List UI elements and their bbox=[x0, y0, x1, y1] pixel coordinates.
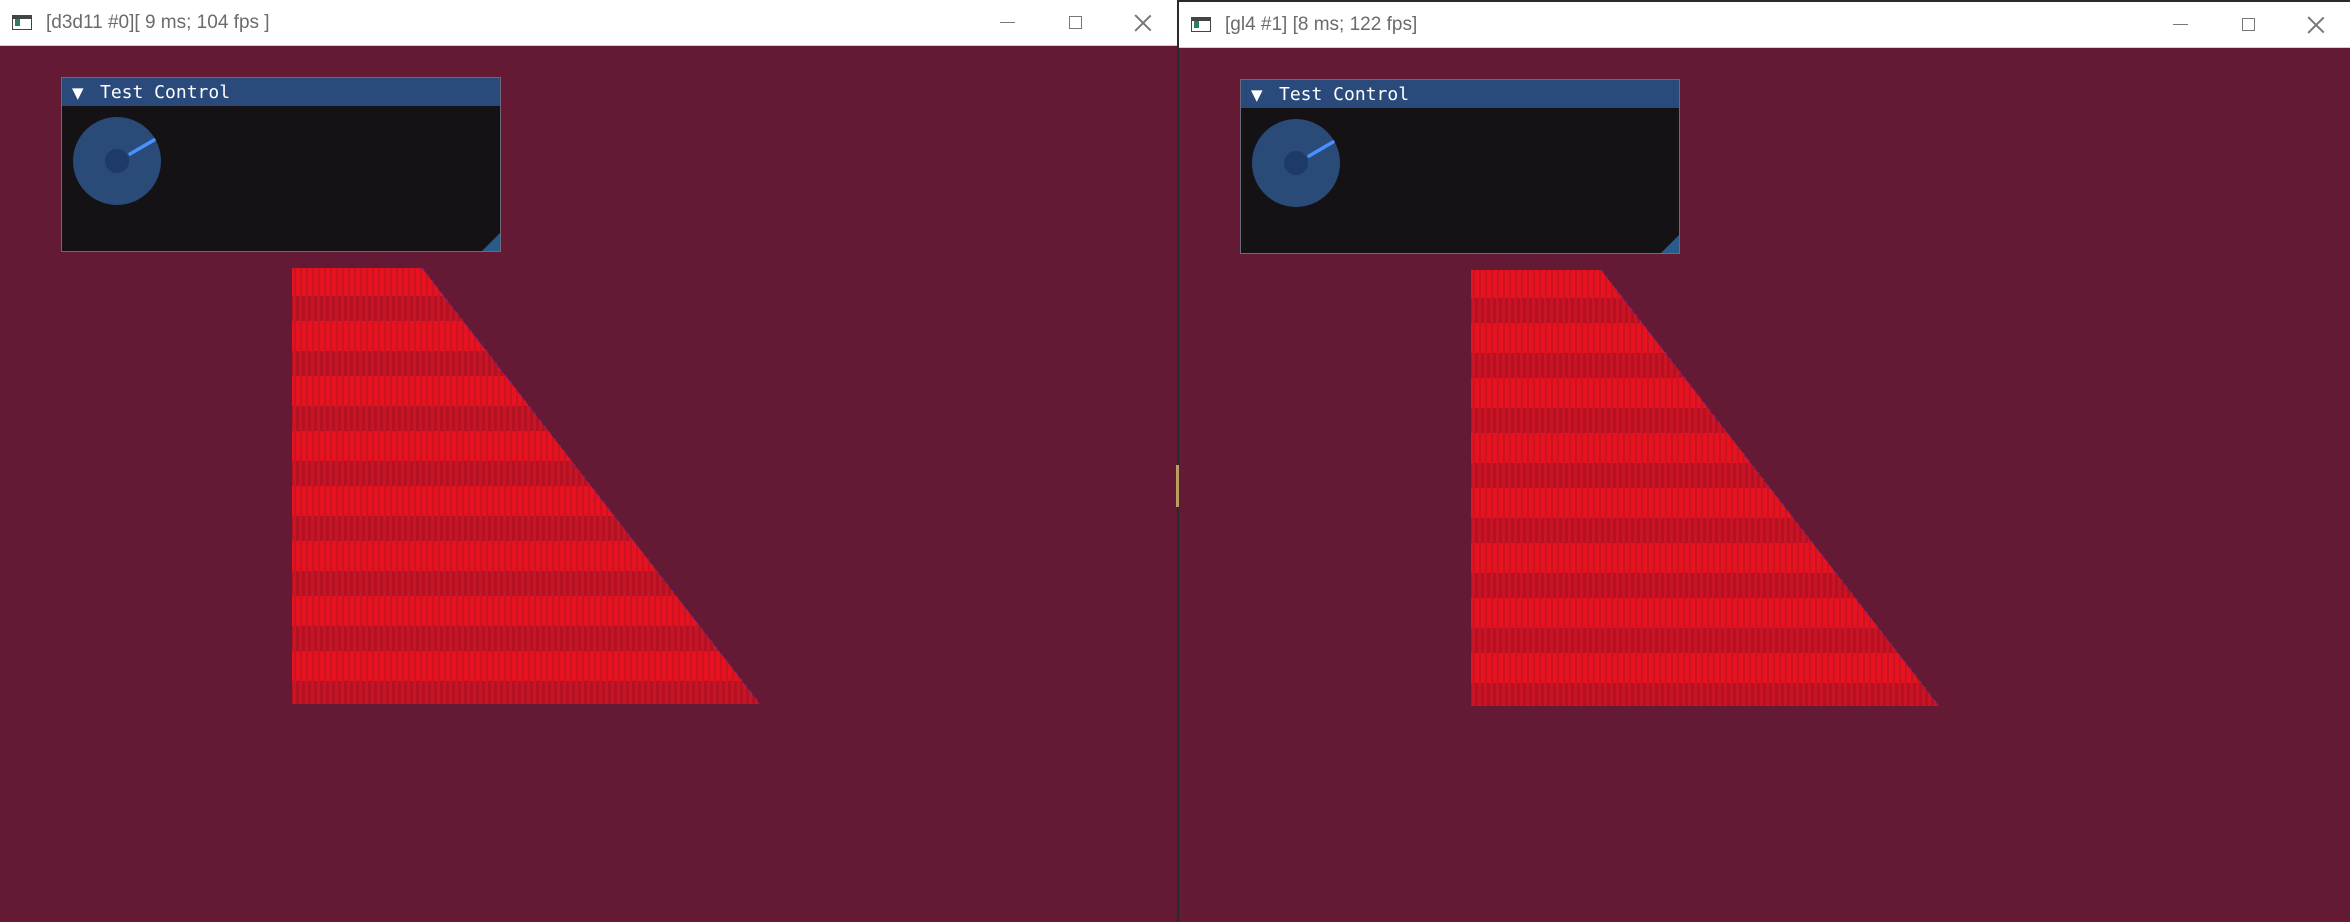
panel-title: Test Control bbox=[1279, 84, 1410, 105]
close-icon bbox=[1134, 14, 1152, 32]
app-window-icon bbox=[12, 15, 32, 30]
minimize-icon bbox=[999, 22, 1015, 23]
collapse-arrow-icon[interactable]: ▼ bbox=[1251, 86, 1263, 104]
rendered-trapezoid bbox=[1471, 269, 1940, 707]
resize-grip[interactable] bbox=[482, 233, 500, 251]
app-window-icon bbox=[1191, 17, 1211, 32]
close-button[interactable] bbox=[1109, 0, 1177, 45]
title-bar[interactable]: [d3d11 #0][ 9 ms; 104 fps ] bbox=[0, 0, 1177, 46]
minimize-button[interactable] bbox=[2146, 2, 2214, 47]
collapse-arrow-icon[interactable]: ▼ bbox=[72, 84, 84, 102]
window-title: [gl4 #1] [8 ms; 122 fps] bbox=[1225, 14, 1418, 35]
resize-grip[interactable] bbox=[1661, 235, 1679, 253]
panel-title: Test Control bbox=[100, 82, 231, 103]
title-bar[interactable]: [gl4 #1] [8 ms; 122 fps] bbox=[1179, 2, 2350, 48]
maximize-button[interactable] bbox=[2214, 2, 2282, 47]
maximize-icon bbox=[1068, 16, 1082, 29]
rendered-trapezoid bbox=[292, 267, 761, 705]
maximize-icon bbox=[2241, 18, 2255, 31]
window-gl4: [gl4 #1] [8 ms; 122 fps] ▼ Test Control bbox=[1179, 2, 2350, 922]
window-d3d11: [d3d11 #0][ 9 ms; 104 fps ] ▼ Test Contr… bbox=[0, 0, 1177, 922]
close-button[interactable] bbox=[2282, 2, 2350, 47]
panel-header[interactable]: ▼ Test Control bbox=[1241, 80, 1679, 108]
close-icon bbox=[2307, 16, 2325, 34]
panel-header[interactable]: ▼ Test Control bbox=[62, 78, 500, 106]
minimize-button[interactable] bbox=[973, 0, 1041, 45]
minimize-icon bbox=[2172, 24, 2188, 25]
window-title: [d3d11 #0][ 9 ms; 104 fps ] bbox=[46, 12, 270, 33]
test-control-panel[interactable]: ▼ Test Control bbox=[61, 77, 501, 252]
rotary-knob[interactable] bbox=[72, 116, 162, 206]
test-control-panel[interactable]: ▼ Test Control bbox=[1240, 79, 1680, 254]
maximize-button[interactable] bbox=[1041, 0, 1109, 45]
rotary-knob[interactable] bbox=[1251, 118, 1341, 208]
